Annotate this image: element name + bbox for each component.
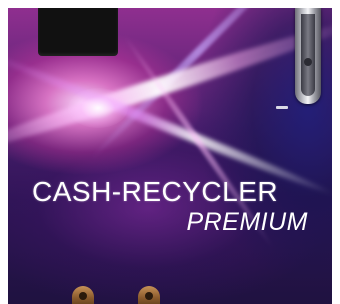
lock-icon bbox=[304, 58, 312, 66]
door-handle[interactable] bbox=[295, 8, 321, 104]
status-indicator-light bbox=[276, 106, 288, 109]
card-slot bbox=[38, 8, 118, 56]
cash-recycler-panel: CASH-RECYCLER PREMIUM bbox=[8, 8, 332, 304]
hinge-icon bbox=[72, 286, 94, 304]
brand-edition: PREMIUM bbox=[186, 208, 308, 236]
hinge-icon bbox=[138, 286, 160, 304]
light-streak bbox=[89, 8, 307, 161]
handle-grip bbox=[301, 14, 315, 96]
light-flare bbox=[68, 88, 128, 128]
brand-name: CASH-RECYCLER bbox=[32, 176, 279, 207]
